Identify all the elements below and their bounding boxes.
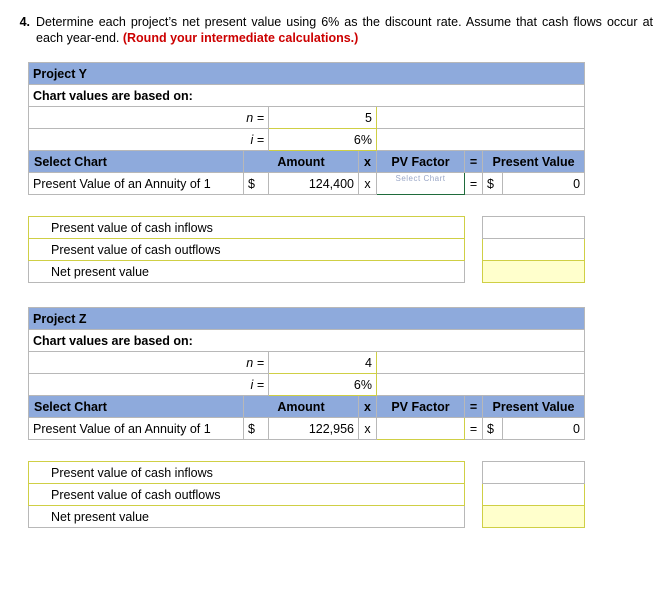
project-z-i-blank bbox=[376, 373, 585, 396]
project-y-amount-currency: $ bbox=[243, 172, 269, 195]
project-y-sum-gap-0 bbox=[465, 217, 483, 239]
project-z-inflows-value[interactable] bbox=[482, 461, 585, 484]
project-y-sum-gap-1 bbox=[465, 239, 483, 261]
project-y-header-times: x bbox=[358, 150, 377, 173]
project-y-data-row: Present Value of an Annuity of 1 $ 124,4… bbox=[28, 172, 586, 195]
project-y-i-row: i = 6% bbox=[28, 128, 586, 151]
project-y-n-label: n = bbox=[28, 106, 269, 129]
project-z-outflows-value[interactable] bbox=[482, 483, 585, 506]
project-z-header-pv-factor: PV Factor bbox=[376, 395, 465, 418]
project-z-equals-symbol: = bbox=[464, 417, 483, 440]
project-y-sum-gap-2 bbox=[465, 261, 483, 283]
project-z-outflows-label: Present value of cash outflows bbox=[28, 483, 465, 506]
project-z-sheet: Project Z Chart values are based on: n =… bbox=[28, 307, 585, 528]
project-y-inflows-value[interactable] bbox=[481, 216, 586, 239]
project-y-summary-row-1: Present value of cash outflows bbox=[28, 238, 586, 261]
project-z-spacer-1 bbox=[28, 439, 585, 462]
project-y-npv-label: Net present value bbox=[28, 260, 465, 283]
project-z-title-row: Project Z bbox=[28, 307, 585, 330]
project-y-i-blank bbox=[375, 128, 586, 151]
project-z-summary-row-2: Net present value bbox=[28, 505, 585, 528]
project-y-inflows-label: Present value of cash inflows bbox=[28, 216, 465, 239]
project-z-table: Project Z Chart values are based on: n =… bbox=[28, 307, 585, 528]
project-z-i-row: i = 6% bbox=[28, 373, 585, 396]
project-z-header-select-chart: Select Chart bbox=[28, 395, 244, 418]
project-y-subtitle: Chart values are based on: bbox=[27, 84, 586, 107]
project-y-header-row: Select Chart Amount x PV Factor = Presen… bbox=[28, 150, 586, 173]
project-z-sum-gap-0 bbox=[465, 462, 483, 484]
project-z-n-blank bbox=[376, 351, 585, 374]
project-z-npv-value[interactable] bbox=[482, 505, 585, 528]
project-z-npv-label: Net present value bbox=[28, 505, 465, 528]
project-y-pv-currency: $ bbox=[482, 172, 503, 195]
project-z-amount-currency: $ bbox=[243, 417, 269, 440]
question-block: 4. Determine each project’s net present … bbox=[0, 0, 667, 46]
project-y-n-input[interactable]: 5 bbox=[268, 106, 377, 129]
project-y-summary-row-0: Present value of cash inflows bbox=[28, 216, 586, 239]
project-y-summary-row-2: Net present value bbox=[28, 260, 586, 283]
project-y-equals-symbol: = bbox=[464, 172, 483, 195]
project-y-pv-factor-input[interactable]: Select Chart bbox=[376, 172, 465, 195]
project-z-present-value: 0 bbox=[502, 417, 585, 440]
project-y-header-amount: Amount bbox=[243, 150, 359, 173]
project-z-n-input[interactable]: 4 bbox=[268, 351, 377, 374]
project-z-subtitle: Chart values are based on: bbox=[28, 329, 585, 352]
question-text: Determine each project’s net present val… bbox=[36, 14, 653, 46]
project-y-i-input[interactable]: 6% bbox=[268, 128, 377, 151]
project-y-title-row: Project Y bbox=[27, 62, 586, 85]
project-z-header-amount: Amount bbox=[243, 395, 359, 418]
project-z-data-row: Present Value of an Annuity of 1 $ 122,9… bbox=[28, 417, 585, 440]
project-z-i-label: i = bbox=[28, 373, 269, 396]
project-y-header-present-value: Present Value bbox=[481, 150, 586, 173]
project-y-header-equals: = bbox=[464, 150, 483, 173]
project-z-header-times: x bbox=[358, 395, 377, 418]
project-z-n-row: n = 4 bbox=[28, 351, 585, 374]
project-y-header-pv-factor: PV Factor bbox=[376, 150, 465, 173]
project-y-n-blank bbox=[375, 106, 586, 129]
project-y-outflows-value[interactable] bbox=[481, 238, 586, 261]
project-y-subtitle-row: Chart values are based on: bbox=[27, 84, 586, 107]
question-text-highlight: (Round your intermediate calculations.) bbox=[122, 31, 359, 45]
project-y-sheet: Project Y Chart values are based on: n =… bbox=[27, 62, 586, 283]
project-z-header-row: Select Chart Amount x PV Factor = Presen… bbox=[28, 395, 585, 418]
project-z-subtitle-row: Chart values are based on: bbox=[28, 329, 585, 352]
project-z-times-symbol: x bbox=[358, 417, 377, 440]
project-z-sum-gap-2 bbox=[465, 506, 483, 528]
project-y-table: Project Y Chart values are based on: n =… bbox=[27, 62, 586, 283]
project-z-sum-gap-1 bbox=[465, 484, 483, 506]
project-z-pv-factor-input[interactable] bbox=[376, 417, 465, 440]
project-y-amount-value[interactable]: 124,400 bbox=[268, 172, 359, 195]
project-z-summary-row-0: Present value of cash inflows bbox=[28, 461, 585, 484]
project-y-n-row: n = 5 bbox=[28, 106, 586, 129]
project-y-npv-value[interactable] bbox=[481, 260, 586, 283]
project-y-chart-name[interactable]: Present Value of an Annuity of 1 bbox=[28, 172, 244, 195]
project-z-header-equals: = bbox=[464, 395, 483, 418]
project-y-times-symbol: x bbox=[358, 172, 377, 195]
project-z-n-label: n = bbox=[28, 351, 269, 374]
project-z-amount-value[interactable]: 122,956 bbox=[268, 417, 359, 440]
project-z-summary-row-1: Present value of cash outflows bbox=[28, 483, 585, 506]
project-z-chart-name[interactable]: Present Value of an Annuity of 1 bbox=[28, 417, 244, 440]
project-y-present-value: 0 bbox=[501, 172, 586, 195]
project-z-pv-currency: $ bbox=[482, 417, 503, 440]
project-z-header-present-value: Present Value bbox=[482, 395, 585, 418]
project-y-i-label: i = bbox=[28, 128, 269, 151]
project-z-inflows-label: Present value of cash inflows bbox=[28, 461, 465, 484]
project-y-title: Project Y bbox=[27, 62, 586, 85]
project-z-title: Project Z bbox=[28, 307, 585, 330]
question-number: 4. bbox=[19, 15, 30, 29]
project-y-spacer-1 bbox=[28, 194, 585, 217]
project-y-header-select-chart: Select Chart bbox=[28, 150, 244, 173]
project-z-i-input[interactable]: 6% bbox=[268, 373, 377, 396]
project-y-pv-factor-watermark: Select Chart bbox=[395, 174, 446, 183]
project-y-outflows-label: Present value of cash outflows bbox=[28, 238, 465, 261]
